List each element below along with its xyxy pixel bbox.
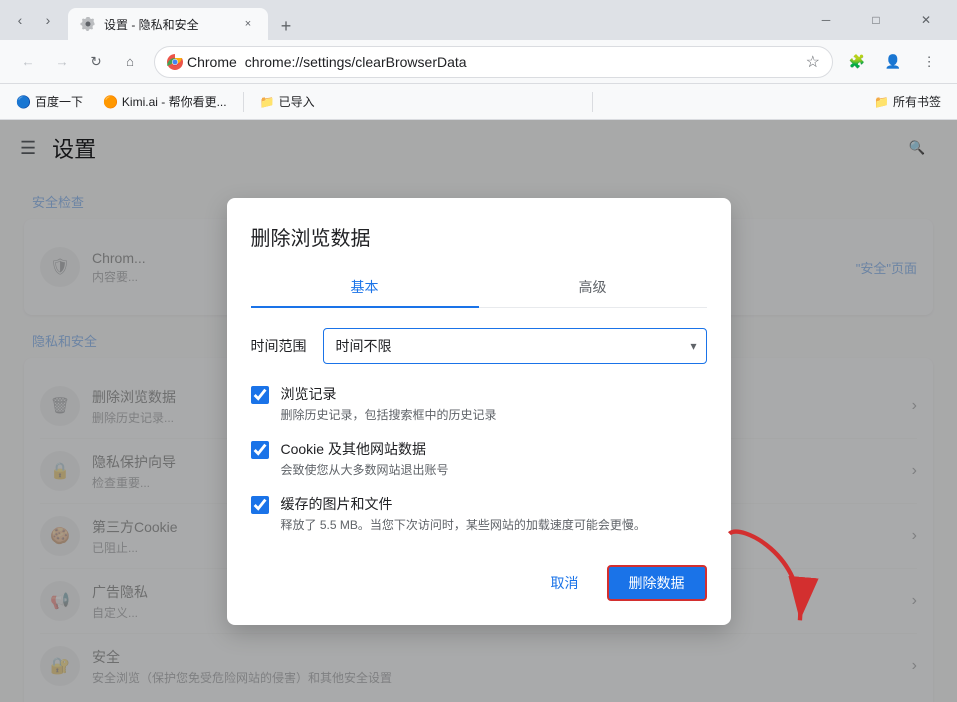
tab-basic[interactable]: 基本 bbox=[251, 267, 479, 307]
time-range-select-wrapper[interactable]: 最近一小时 最近24小时 最近7天 最近4周 时间不限 ▾ bbox=[323, 328, 707, 364]
address-bar[interactable]: Chrome chrome://settings/clearBrowserDat… bbox=[154, 46, 833, 78]
tab-favicon bbox=[80, 16, 96, 32]
bookmark-kimi[interactable]: 🟠 Kimi.ai - 帮你看更... bbox=[95, 89, 235, 114]
tab-close-button[interactable]: × bbox=[240, 16, 256, 32]
title-bar-left: ‹ › bbox=[8, 8, 60, 32]
dialog-tabs: 基本 高级 bbox=[251, 267, 707, 308]
bookmark-separator2 bbox=[592, 92, 593, 112]
tab-bar: 设置 - 隐私和安全 × + bbox=[68, 0, 795, 40]
minimize-button[interactable]: ─ bbox=[803, 4, 849, 36]
menu-button[interactable]: ⋮ bbox=[913, 46, 945, 78]
toolbar-nav: ← → ↻ ⌂ bbox=[12, 46, 146, 78]
kimi-label: Kimi.ai - 帮你看更... bbox=[122, 93, 227, 110]
checkbox-text-2: 缓存的图片和文件 释放了 5.5 MB。当您下次访问时，某些网站的加载速度可能会… bbox=[281, 494, 646, 533]
active-tab[interactable]: 设置 - 隐私和安全 × bbox=[68, 8, 268, 40]
forward-nav-button[interactable]: → bbox=[46, 46, 78, 78]
dialog-footer: 取消 删除数据 bbox=[251, 557, 707, 601]
address-url: chrome://settings/clearBrowserData bbox=[245, 54, 798, 70]
modal-overlay: 删除浏览数据 基本 高级 时间范围 最近一小时 最近24小时 bbox=[0, 120, 957, 702]
checkbox-text-1: Cookie 及其他网站数据 会致使您从大多数网站退出账号 bbox=[281, 439, 449, 478]
kimi-favicon: 🟠 bbox=[103, 95, 118, 109]
main-content: ☰ 设置 🔍 安全检查 🛡 Chrom... 内容要... bbox=[0, 120, 957, 702]
import-folder-icon: 📁 bbox=[260, 95, 275, 109]
back-nav-button[interactable]: ← bbox=[12, 46, 44, 78]
new-tab-button[interactable]: + bbox=[272, 12, 300, 40]
bookmark-import[interactable]: 📁 已导入 bbox=[252, 89, 323, 114]
toolbar: ← → ↻ ⌂ Chrome chrome://settings/clearBr… bbox=[0, 40, 957, 84]
baidu-favicon: 🔵 bbox=[16, 95, 31, 109]
tab-title: 设置 - 隐私和安全 bbox=[104, 16, 232, 33]
extensions-button[interactable]: 🧩 bbox=[841, 46, 873, 78]
browser-frame: ‹ › 设置 - 隐私和安全 × + ─ □ ✕ bbox=[0, 0, 957, 702]
checkbox-item-0: 浏览记录 删除历史记录，包括搜索框中的历史记录 bbox=[251, 384, 707, 423]
clear-data-dialog: 删除浏览数据 基本 高级 时间范围 最近一小时 最近24小时 bbox=[227, 198, 731, 625]
checkbox-input-0[interactable] bbox=[251, 386, 269, 404]
toolbar-actions: 🧩 👤 ⋮ bbox=[841, 46, 945, 78]
tab-advanced[interactable]: 高级 bbox=[479, 267, 707, 307]
forward-button[interactable]: › bbox=[36, 8, 60, 32]
delete-data-button[interactable]: 删除数据 bbox=[607, 565, 707, 601]
all-bookmarks-folder-icon: 📁 bbox=[874, 95, 889, 109]
all-bookmarks[interactable]: 📁 所有书签 bbox=[866, 89, 949, 114]
chrome-logo-icon bbox=[167, 54, 183, 70]
window-controls: ─ □ ✕ bbox=[803, 4, 949, 36]
star-icon[interactable]: ☆ bbox=[806, 52, 820, 72]
home-button[interactable]: ⌂ bbox=[114, 46, 146, 78]
bookmarks-bar: 🔵 百度一下 🟠 Kimi.ai - 帮你看更... 📁 已导入 📁 所有书签 bbox=[0, 84, 957, 120]
reload-button[interactable]: ↻ bbox=[80, 46, 112, 78]
title-bar: ‹ › 设置 - 隐私和安全 × + ─ □ ✕ bbox=[0, 0, 957, 40]
bookmark-baidu[interactable]: 🔵 百度一下 bbox=[8, 89, 91, 114]
back-button[interactable]: ‹ bbox=[8, 8, 32, 32]
checkbox-item-2: 缓存的图片和文件 释放了 5.5 MB。当您下次访问时，某些网站的加载速度可能会… bbox=[251, 494, 707, 533]
address-brand: Chrome bbox=[167, 54, 237, 70]
dialog-title: 删除浏览数据 bbox=[251, 222, 707, 251]
maximize-button[interactable]: □ bbox=[853, 4, 899, 36]
close-button[interactable]: ✕ bbox=[903, 4, 949, 36]
import-label: 已导入 bbox=[279, 93, 315, 110]
all-bookmarks-label: 所有书签 bbox=[893, 93, 941, 110]
profile-button[interactable]: 👤 bbox=[877, 46, 909, 78]
time-range-label: 时间范围 bbox=[251, 336, 307, 356]
time-range-row: 时间范围 最近一小时 最近24小时 最近7天 最近4周 时间不限 ▾ bbox=[251, 328, 707, 364]
baidu-label: 百度一下 bbox=[35, 93, 83, 110]
checkbox-list: 浏览记录 删除历史记录，包括搜索框中的历史记录 Cookie 及其他网站数据 会… bbox=[251, 384, 707, 533]
checkbox-text-0: 浏览记录 删除历史记录，包括搜索框中的历史记录 bbox=[281, 384, 497, 423]
settings-background: ☰ 设置 🔍 安全检查 🛡 Chrom... 内容要... bbox=[0, 120, 957, 702]
time-range-select[interactable]: 最近一小时 最近24小时 最近7天 最近4周 时间不限 bbox=[323, 328, 707, 364]
cancel-button[interactable]: 取消 bbox=[531, 565, 599, 601]
checkbox-input-2[interactable] bbox=[251, 496, 269, 514]
checkbox-input-1[interactable] bbox=[251, 441, 269, 459]
brand-label: Chrome bbox=[187, 54, 237, 70]
bookmark-separator bbox=[243, 92, 244, 112]
checkbox-item-1: Cookie 及其他网站数据 会致使您从大多数网站退出账号 bbox=[251, 439, 707, 478]
